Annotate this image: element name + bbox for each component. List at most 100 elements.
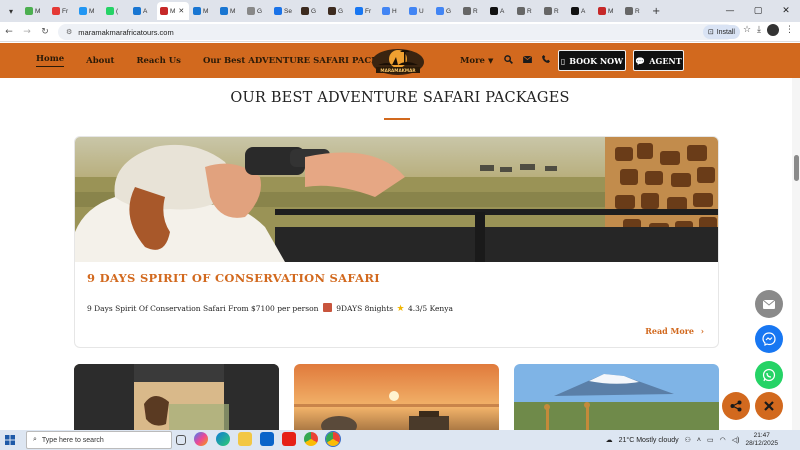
phone-icon[interactable] — [542, 55, 550, 66]
package-image[interactable] — [75, 137, 719, 262]
maximize-icon[interactable]: ▢ — [744, 0, 772, 22]
book-now-button[interactable]: ▯ BOOK NOW — [558, 50, 626, 71]
tab-label: Fr — [62, 7, 69, 15]
tab-label: ( — [116, 7, 119, 15]
tab-label: A — [143, 7, 148, 15]
close-fab[interactable] — [755, 392, 783, 420]
edge-icon[interactable] — [216, 432, 230, 446]
share-fab[interactable] — [722, 392, 750, 420]
taskbar-search-placeholder: Type here to search — [41, 436, 104, 444]
wifi-icon[interactable]: ◠ — [720, 436, 726, 444]
nav-more-label: More — [460, 55, 485, 66]
outlook-icon[interactable] — [260, 432, 274, 446]
download-icon[interactable]: ⤓ — [757, 25, 761, 35]
browser-tab[interactable]: A — [568, 2, 594, 20]
browser-tab[interactable]: G — [433, 2, 459, 20]
browser-tab[interactable]: R — [541, 2, 567, 20]
chrome-icon[interactable] — [304, 432, 318, 446]
browser-tab[interactable]: R — [460, 2, 486, 20]
install-app-button[interactable]: ⊡ Install — [702, 25, 740, 39]
package-image-2[interactable] — [74, 364, 279, 436]
close-icon — [764, 401, 774, 411]
youtube-icon[interactable] — [282, 432, 296, 446]
scrollbar-thumb[interactable] — [794, 155, 799, 181]
read-more-label: Read More — [645, 326, 694, 336]
close-window-icon[interactable]: ✕ — [772, 0, 800, 22]
browser-tab[interactable]: G — [325, 2, 351, 20]
page-scrollbar[interactable] — [792, 78, 800, 430]
close-tab-icon[interactable]: ✕ — [178, 7, 184, 15]
minimize-icon[interactable]: — — [716, 0, 744, 22]
browser-tab[interactable]: M — [76, 2, 102, 20]
package-card-3[interactable] — [294, 364, 499, 436]
package-image-3[interactable] — [294, 364, 499, 436]
browser-tab[interactable]: R — [514, 2, 540, 20]
taskbar-search[interactable]: ⌕ Type here to search — [26, 431, 172, 449]
search-icon[interactable] — [504, 54, 513, 67]
browser-tab[interactable]: M ✕ — [157, 2, 189, 20]
browser-tab[interactable]: A — [130, 2, 156, 20]
favicon-icon — [193, 7, 201, 15]
browser-tab[interactable]: U — [406, 2, 432, 20]
browser-tab[interactable]: G — [244, 2, 270, 20]
agent-button[interactable]: 💬 AGENT — [633, 50, 684, 71]
browser-tab[interactable]: Fr — [49, 2, 75, 20]
people-icon[interactable]: ⚇ — [685, 436, 691, 444]
weather-text[interactable]: 21°C Mostly cloudy — [619, 437, 679, 444]
tab-label: R — [527, 7, 532, 15]
browser-tab[interactable]: G — [298, 2, 324, 20]
favicon-icon — [625, 7, 633, 15]
read-more-link[interactable]: Read More › — [645, 326, 704, 336]
calendar-icon — [322, 303, 332, 312]
browser-tab[interactable]: Fr — [352, 2, 378, 20]
browser-tab[interactable]: M — [22, 2, 48, 20]
chrome-icon-2[interactable] — [325, 431, 341, 447]
browser-tab[interactable]: R — [622, 2, 648, 20]
kebab-menu-icon[interactable]: ⋮ — [785, 25, 794, 35]
whatsapp-fab[interactable] — [755, 361, 783, 389]
email-fab[interactable] — [755, 290, 783, 318]
package-image-4[interactable] — [514, 364, 719, 436]
task-view-icon[interactable] — [176, 435, 186, 445]
package-card-2[interactable] — [74, 364, 279, 436]
new-tab-icon[interactable]: + — [652, 6, 660, 17]
site-info-icon[interactable]: ⚙ — [66, 28, 72, 36]
package-card[interactable]: 9 DAYS SPIRIT OF CONSERVATION SAFARI 9 D… — [74, 136, 719, 348]
agent-label: AGENT — [649, 55, 682, 66]
copilot-icon[interactable] — [194, 432, 208, 446]
favicon-icon — [409, 7, 417, 15]
browser-tab[interactable]: A — [487, 2, 513, 20]
reload-icon[interactable]: ↻ — [36, 23, 54, 41]
back-icon[interactable]: ← — [0, 23, 18, 41]
browser-tab[interactable]: H — [379, 2, 405, 20]
favicon-icon — [598, 7, 606, 15]
chevron-up-icon[interactable]: ˄ — [697, 437, 701, 444]
package-card-4[interactable] — [514, 364, 719, 436]
forward-icon[interactable]: → — [18, 23, 36, 41]
browser-tab[interactable]: M — [190, 2, 216, 20]
tab-label: Fr — [365, 7, 372, 15]
site-logo[interactable]: MARAMAKMAR — [370, 45, 426, 77]
browser-tab[interactable]: ( — [103, 2, 129, 20]
url-field[interactable]: ⚙ maramakmarafricatours.com — [58, 24, 734, 40]
package-title[interactable]: 9 DAYS SPIRIT OF CONSERVATION SAFARI — [87, 271, 380, 285]
network-icon[interactable]: ▭ — [707, 436, 714, 444]
clock[interactable]: 21:47 28/12/2025 — [745, 432, 778, 448]
browser-tab[interactable]: M — [595, 2, 621, 20]
volume-icon[interactable]: ◁) — [732, 436, 740, 444]
browser-tab[interactable]: Se — [271, 2, 297, 20]
nav-about[interactable]: About — [86, 56, 114, 66]
windows-start-icon[interactable] — [0, 430, 20, 450]
file-explorer-icon[interactable] — [238, 432, 252, 446]
profile-avatar[interactable] — [767, 24, 779, 36]
mail-icon[interactable] — [522, 55, 533, 66]
nav-reach-us[interactable]: Reach Us — [136, 56, 181, 66]
weather-icon[interactable]: ☁ — [606, 436, 613, 444]
messenger-fab[interactable] — [755, 325, 783, 353]
bookmark-star-icon[interactable]: ☆ — [743, 25, 751, 35]
browser-tab[interactable]: M — [217, 2, 243, 20]
tab-search-icon[interactable]: ▾ — [4, 4, 18, 18]
nav-more[interactable]: More ▼ — [460, 43, 493, 78]
package-description: 9 Days Spirit Of Conservation Safari Fro… — [87, 303, 453, 314]
nav-home[interactable]: Home — [36, 54, 65, 67]
